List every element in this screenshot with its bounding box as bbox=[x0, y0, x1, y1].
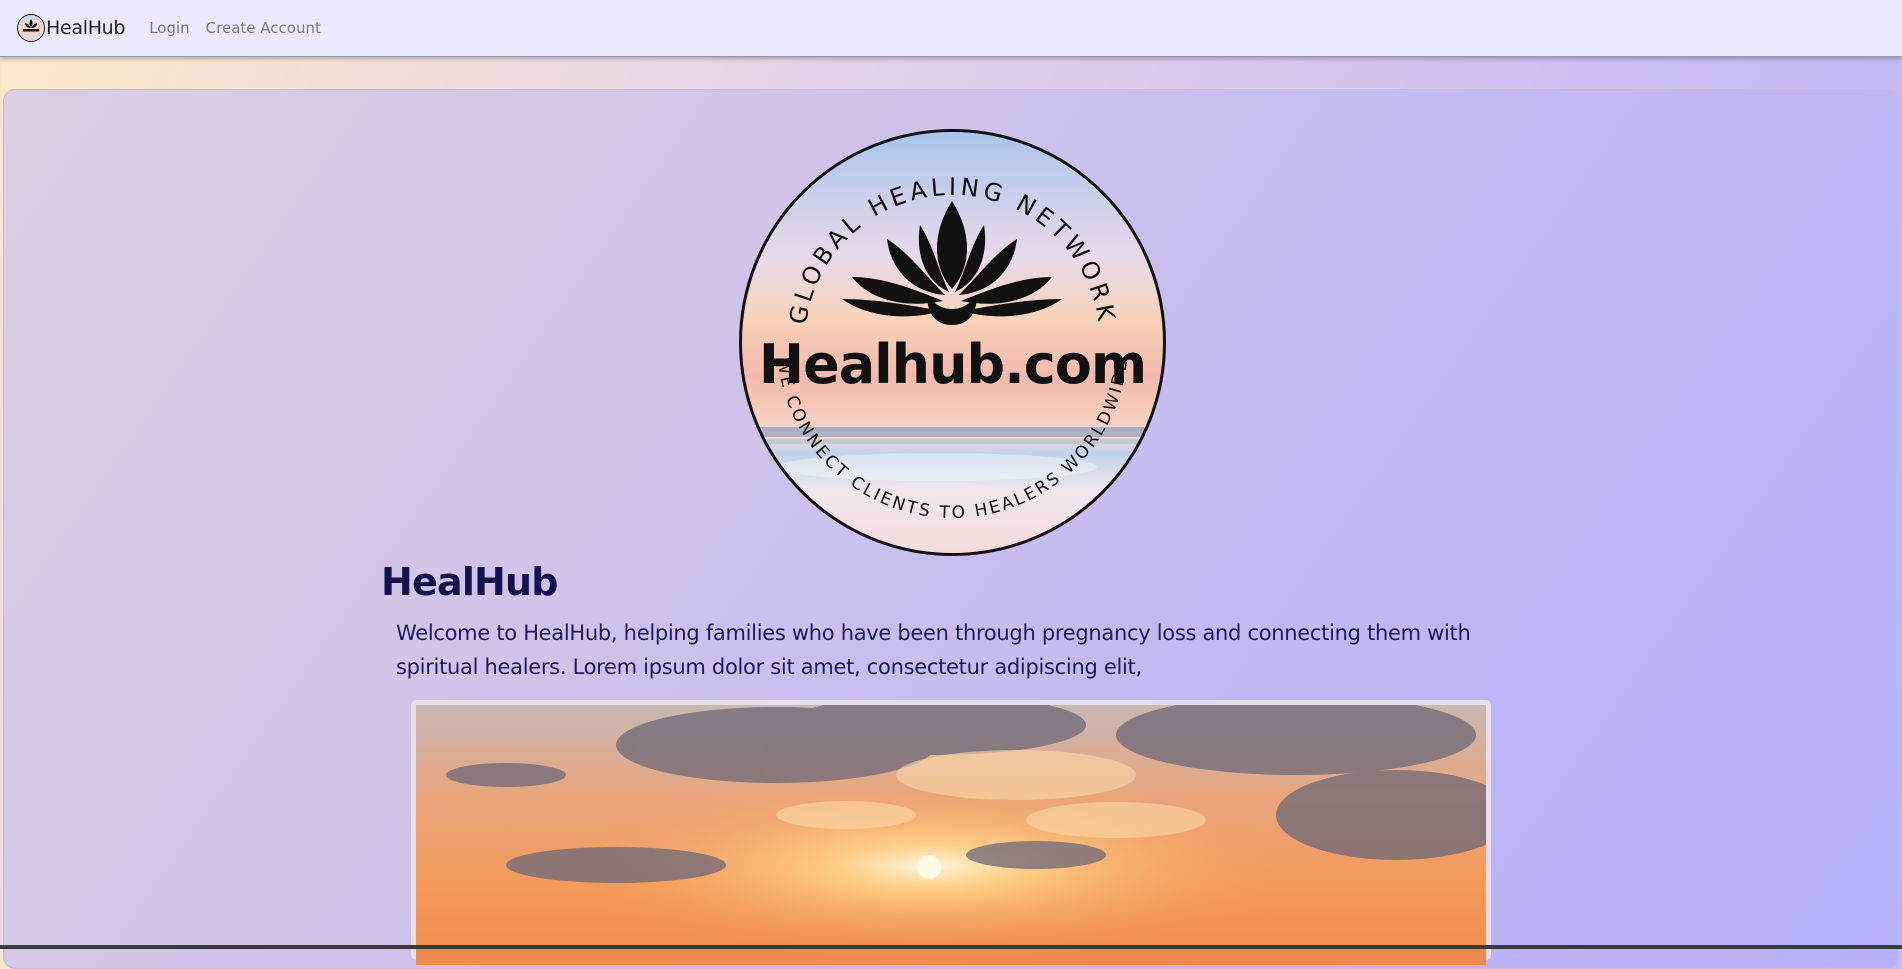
top-navbar: HealHub Login Create Account bbox=[0, 0, 1902, 57]
brand-link[interactable]: HealHub bbox=[16, 13, 126, 43]
brand-name: HealHub bbox=[46, 17, 126, 39]
sunset-photo-frame bbox=[411, 700, 1491, 965]
sunset-photo bbox=[416, 705, 1486, 965]
logo-center-text: Healhub.com bbox=[759, 333, 1146, 396]
page-title: HealHub bbox=[381, 560, 559, 604]
brand-logo-icon bbox=[17, 14, 45, 42]
intro-text: Welcome to HealHub, helping families who… bbox=[396, 616, 1506, 684]
intro-line-2: spiritual healers. Lorem ipsum dolor sit… bbox=[396, 655, 1142, 679]
login-link[interactable]: Login bbox=[149, 19, 189, 37]
create-account-link[interactable]: Create Account bbox=[206, 19, 321, 37]
intro-line-1: Welcome to HealHub, helping families who… bbox=[396, 621, 1471, 645]
bottom-edge bbox=[0, 945, 1902, 949]
healhub-logo: GLOBAL HEALING NETWORK WE CONNECT CLIENT… bbox=[737, 127, 1168, 558]
